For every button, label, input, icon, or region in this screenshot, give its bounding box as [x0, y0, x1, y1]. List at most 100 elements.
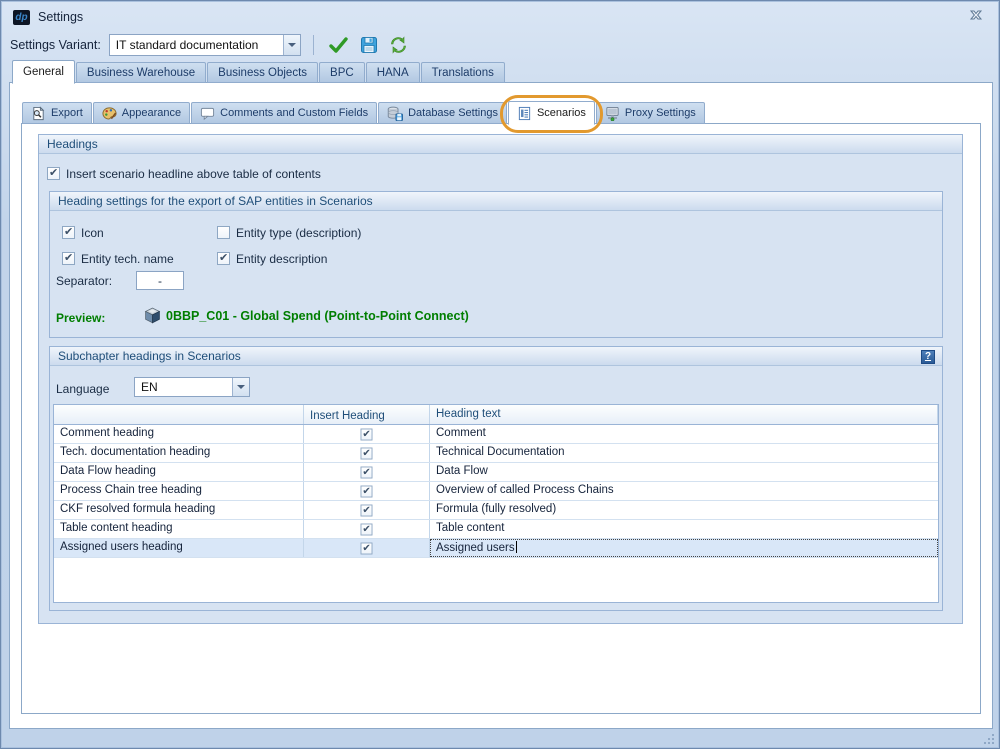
subchapter-headings-table: Insert Heading Heading text Comment head…	[53, 404, 939, 603]
insert-heading-checkbox[interactable]	[361, 504, 373, 516]
tab-business-warehouse[interactable]: Business Warehouse	[76, 62, 206, 83]
row-name-cell[interactable]: Tech. documentation heading	[54, 444, 304, 462]
table-row-selected[interactable]: Assigned users heading Assigned users	[54, 539, 938, 558]
entity-type-checkbox[interactable]	[217, 226, 230, 239]
insert-heading-checkbox[interactable]	[361, 428, 373, 440]
tab-label: Translations	[432, 67, 494, 79]
app-logo-icon: dp	[13, 10, 30, 25]
column-header-insert-heading[interactable]: Insert Heading	[304, 405, 430, 424]
tab-proxy-settings[interactable]: Proxy Settings	[596, 102, 705, 124]
insert-scenario-headline-row: Insert scenario headline above table of …	[47, 166, 321, 181]
row-insert-cell[interactable]	[304, 501, 430, 519]
help-icon[interactable]: ?	[921, 350, 935, 364]
row-insert-cell[interactable]	[304, 520, 430, 538]
tab-appearance[interactable]: Appearance	[93, 102, 190, 124]
insert-heading-checkbox[interactable]	[361, 523, 373, 535]
title-bar[interactable]: dp Settings	[4, 4, 996, 30]
proxy-computer-icon	[605, 106, 620, 121]
insert-heading-checkbox[interactable]	[361, 447, 373, 459]
table-header-row[interactable]: Insert Heading Heading text	[54, 405, 938, 425]
separator-label: Separator:	[56, 274, 112, 288]
insert-heading-checkbox[interactable]	[361, 542, 373, 554]
insert-scenario-headline-checkbox[interactable]	[47, 167, 60, 180]
group-title-label: Subchapter headings in Scenarios	[58, 349, 241, 363]
language-combo[interactable]: EN	[134, 377, 250, 397]
toolbar-separator	[313, 35, 314, 55]
preview-label: Preview:	[56, 311, 105, 325]
palette-icon	[102, 106, 117, 121]
column-header-name[interactable]	[54, 405, 304, 424]
tab-hana[interactable]: HANA	[366, 62, 420, 83]
resize-grip[interactable]	[982, 732, 994, 744]
table-row[interactable]: Comment heading Comment	[54, 425, 938, 444]
close-icon[interactable]	[968, 8, 984, 24]
table-row[interactable]: Table content heading Table content	[54, 520, 938, 539]
icon-option-row: Icon	[62, 225, 104, 240]
row-name-cell[interactable]: Process Chain tree heading	[54, 482, 304, 500]
tab-comments-custom-fields[interactable]: Comments and Custom Fields	[191, 102, 377, 124]
table-row[interactable]: Data Flow heading Data Flow	[54, 463, 938, 482]
database-icon	[387, 106, 403, 121]
subtab-label: Comments and Custom Fields	[220, 107, 368, 119]
row-text-cell[interactable]: Formula (fully resolved)	[430, 501, 938, 519]
save-floppy-icon[interactable]	[357, 33, 381, 57]
tab-business-objects[interactable]: Business Objects	[207, 62, 318, 83]
edit-cell-value: Assigned users	[436, 542, 515, 554]
separator-input[interactable]: -	[136, 271, 184, 290]
row-insert-cell[interactable]	[304, 539, 430, 557]
icon-label: Icon	[81, 226, 104, 240]
icon-checkbox[interactable]	[62, 226, 75, 239]
tab-bpc[interactable]: BPC	[319, 62, 365, 83]
scenarios-document-icon	[517, 106, 532, 121]
tab-scenarios[interactable]: Scenarios	[508, 101, 595, 125]
entity-type-option-row: Entity type (description)	[217, 225, 361, 240]
row-text-cell[interactable]: Table content	[430, 520, 938, 538]
row-text-cell[interactable]: Overview of called Process Chains	[430, 482, 938, 500]
window-title: Settings	[38, 10, 83, 24]
refresh-icon[interactable]	[387, 33, 411, 57]
row-insert-cell[interactable]	[304, 444, 430, 462]
row-insert-cell[interactable]	[304, 425, 430, 443]
table-row[interactable]: Process Chain tree heading Overview of c…	[54, 482, 938, 501]
tab-label: BPC	[330, 67, 354, 79]
separator-value: -	[158, 274, 162, 288]
table-row[interactable]: CKF resolved formula heading Formula (fu…	[54, 501, 938, 520]
row-name-cell[interactable]: Table content heading	[54, 520, 304, 538]
tab-label: General	[23, 66, 64, 78]
row-text-edit-cell[interactable]: Assigned users	[430, 539, 938, 557]
chevron-down-icon[interactable]	[232, 378, 249, 396]
tab-translations[interactable]: Translations	[421, 62, 505, 83]
table-row[interactable]: Tech. documentation heading Technical Do…	[54, 444, 938, 463]
insert-heading-checkbox[interactable]	[361, 466, 373, 478]
language-value: EN	[135, 380, 232, 394]
settings-variant-value: IT standard documentation	[110, 38, 283, 52]
heading-settings-group-title: Heading settings for the export of SAP e…	[50, 192, 942, 211]
apply-check-icon[interactable]	[327, 33, 351, 57]
group-title-label: Heading settings for the export of SAP e…	[58, 194, 373, 208]
row-insert-cell[interactable]	[304, 463, 430, 481]
column-header-heading-text[interactable]: Heading text	[430, 405, 938, 424]
entity-tech-name-checkbox[interactable]	[62, 252, 75, 265]
subtab-label: Export	[51, 107, 83, 119]
row-text-cell[interactable]: Comment	[430, 425, 938, 443]
entity-description-label: Entity description	[236, 252, 327, 266]
row-insert-cell[interactable]	[304, 482, 430, 500]
entity-description-checkbox[interactable]	[217, 252, 230, 265]
tab-database-settings[interactable]: Database Settings	[378, 102, 507, 124]
settings-window: dp Settings Settings Variant: IT standar…	[0, 0, 1000, 749]
row-name-cell[interactable]: Assigned users heading	[54, 539, 304, 557]
insert-heading-checkbox[interactable]	[361, 485, 373, 497]
row-name-cell[interactable]: Comment heading	[54, 425, 304, 443]
tab-export[interactable]: Export	[22, 102, 92, 124]
subtab-label: Proxy Settings	[625, 107, 696, 119]
export-icon	[31, 106, 46, 121]
tab-label: HANA	[377, 67, 409, 79]
tab-general[interactable]: General	[12, 60, 75, 84]
row-text-cell[interactable]: Data Flow	[430, 463, 938, 481]
chevron-down-icon[interactable]	[283, 35, 300, 55]
row-text-cell[interactable]: Technical Documentation	[430, 444, 938, 462]
row-name-cell[interactable]: CKF resolved formula heading	[54, 501, 304, 519]
row-name-cell[interactable]: Data Flow heading	[54, 463, 304, 481]
settings-variant-combo[interactable]: IT standard documentation	[109, 34, 301, 56]
insert-scenario-headline-label: Insert scenario headline above table of …	[66, 167, 321, 181]
